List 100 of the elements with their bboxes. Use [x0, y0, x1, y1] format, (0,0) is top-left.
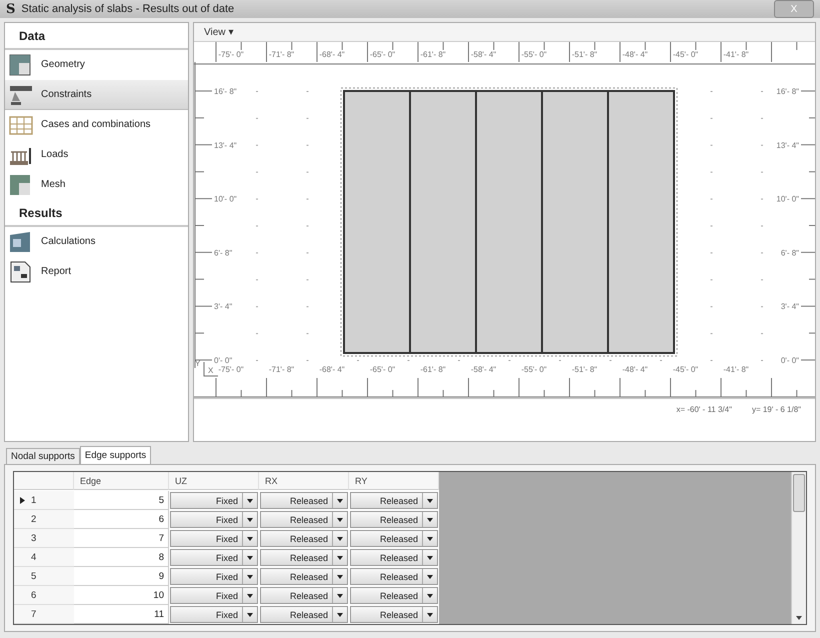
caret-icon: [337, 594, 343, 598]
caret-icon: [337, 518, 343, 522]
ruler-label: 13'- 4": [214, 140, 237, 150]
ruler-label: -45'- 0": [672, 50, 698, 59]
ruler-label: 16'- 8": [214, 87, 237, 96]
table-cell: 8: [74, 548, 169, 567]
dropdown-cell[interactable]: Released: [350, 549, 438, 566]
dropdown-cell[interactable]: Released: [350, 606, 438, 623]
caret-icon: [247, 612, 253, 616]
dropdown-cell[interactable]: Released: [260, 530, 348, 547]
ruler-label: -41'- 8": [723, 365, 749, 374]
column-header: RY: [349, 472, 439, 490]
ruler-label: -65'- 0": [370, 365, 396, 374]
ruler-label: -68'- 4": [319, 365, 345, 374]
table-cell: 6: [74, 510, 169, 529]
caret-icon: [427, 574, 433, 578]
chart-icon: [9, 230, 33, 252]
dropdown-cell[interactable]: Released: [260, 492, 348, 509]
caret-icon: [247, 498, 253, 502]
ruler-label: -48'- 4": [622, 50, 648, 59]
ruler-label: 0'- 0": [780, 356, 799, 365]
ruler-label: -61'- 8": [420, 50, 446, 59]
table-cell: 9: [74, 567, 169, 586]
row-header[interactable]: 5: [14, 567, 74, 586]
tab[interactable]: Nodal supports: [6, 448, 80, 464]
caret-icon: [337, 498, 343, 502]
row-header[interactable]: 3: [14, 529, 74, 548]
row-header[interactable]: 4: [14, 548, 74, 567]
scroll-down-icon[interactable]: [796, 616, 802, 620]
caret-icon: [247, 574, 253, 578]
row-header[interactable]: 6: [14, 586, 74, 605]
dropdown-cell[interactable]: Released: [260, 587, 348, 604]
caret-icon: [337, 612, 343, 616]
caret-icon: [427, 498, 433, 502]
scroll-thumb[interactable]: [793, 474, 805, 512]
dropdown-cell[interactable]: Released: [350, 530, 438, 547]
caret-icon: [337, 536, 343, 540]
ruler-label: -45'- 0": [672, 365, 698, 374]
column-header: RX: [259, 472, 349, 490]
ruler-label: -61'- 8": [420, 365, 446, 374]
dropdown-cell[interactable]: Fixed: [170, 511, 258, 528]
ruler-label: -55'- 0": [521, 365, 547, 374]
slab-icon: [9, 174, 33, 196]
ruler-label: 3'- 4": [780, 302, 799, 312]
ruler-label: -48'- 4": [622, 365, 648, 374]
caret-icon: [427, 612, 433, 616]
dropdown-cell[interactable]: Released: [260, 511, 348, 528]
caret-icon: [427, 556, 433, 560]
dropdown-cell[interactable]: Released: [350, 511, 438, 528]
dropdown-cell[interactable]: Released: [260, 606, 348, 623]
caret-icon: [427, 594, 433, 598]
caret-icon: [247, 594, 253, 598]
ruler-label: 3'- 4": [214, 302, 232, 312]
dropdown-cell[interactable]: Fixed: [170, 492, 258, 509]
dropdown-cell[interactable]: Released: [260, 549, 348, 566]
caret-icon: [337, 556, 343, 560]
ruler-label: -55'- 0": [521, 50, 547, 59]
table-cell: 5: [74, 491, 169, 510]
document-icon: [9, 260, 33, 282]
coordinate-readout: x= -60' - 11 3/4": [676, 404, 732, 414]
table-cell: 11: [74, 605, 169, 624]
dropdown-cell[interactable]: Released: [350, 492, 438, 509]
dropdown-cell[interactable]: Released: [350, 587, 438, 604]
ruler-label: 0'- 0": [214, 356, 232, 365]
sidebar-item[interactable]: Constraints: [5, 80, 188, 110]
row-header[interactable]: 1: [14, 491, 74, 510]
dropdown-cell[interactable]: Fixed: [170, 530, 258, 547]
caret-icon: [247, 556, 253, 560]
caret-icon: [247, 518, 253, 522]
ruler-label: 13'- 4": [776, 140, 799, 150]
tab[interactable]: Edge supports: [80, 446, 152, 464]
ruler-label: -75'- 0": [218, 50, 244, 59]
ruler-label: -58'- 4": [470, 50, 496, 59]
column-header: UZ: [169, 472, 259, 490]
row-pointer-icon: [20, 496, 25, 504]
ruler-label: 16'- 8": [776, 87, 799, 96]
table-icon: [9, 114, 33, 136]
row-header[interactable]: 7: [14, 605, 74, 624]
ruler-label: -51'- 8": [572, 50, 598, 59]
dropdown-cell[interactable]: Fixed: [170, 568, 258, 585]
ruler-label: -41'- 8": [723, 50, 749, 59]
view-menu[interactable]: View ▾: [200, 26, 238, 38]
dropdown-cell[interactable]: Fixed: [170, 587, 258, 604]
dropdown-cell[interactable]: Fixed: [170, 606, 258, 623]
ruler-label: -65'- 0": [370, 50, 396, 59]
ruler-label: -71'- 8": [268, 50, 294, 59]
caret-icon: [427, 536, 433, 540]
scrollbar[interactable]: [791, 472, 806, 624]
ruler-label: 6'- 8": [214, 248, 232, 258]
app-logo: S: [6, 2, 16, 16]
ruler-label: -51'- 8": [572, 365, 598, 374]
row-header[interactable]: 2: [14, 510, 74, 529]
table-cell: 7: [74, 529, 169, 548]
window-title: Static analysis of slabs - Results out of date: [21, 3, 236, 15]
dropdown-cell[interactable]: Released: [350, 568, 438, 585]
dropdown-cell[interactable]: Fixed: [170, 549, 258, 566]
dropdown-cell[interactable]: Released: [260, 568, 348, 585]
slab-icon: [9, 54, 33, 76]
ruler-label: -75'- 0": [218, 365, 244, 374]
ruler-label: -68'- 4": [319, 50, 345, 59]
